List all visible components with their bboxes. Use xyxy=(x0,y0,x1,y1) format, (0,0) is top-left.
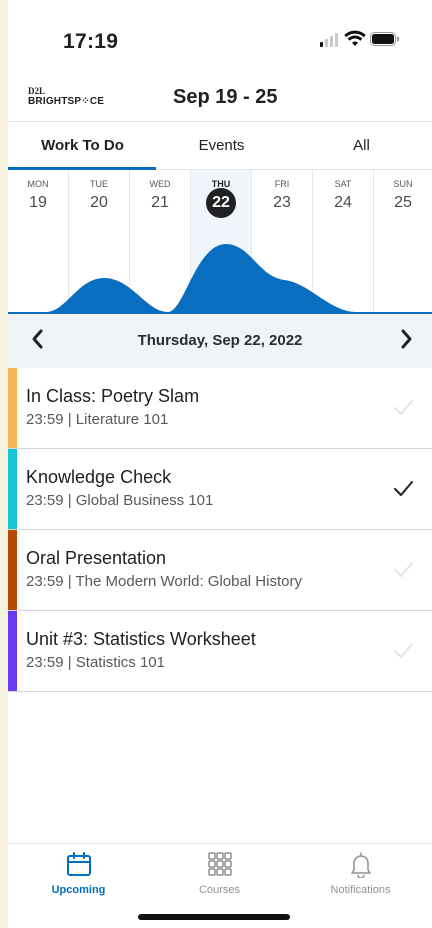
checkmark-icon[interactable] xyxy=(392,477,414,499)
tab-all[interactable]: All xyxy=(291,122,432,170)
chevron-right-icon xyxy=(401,329,412,349)
status-bar: 17:19 xyxy=(8,0,432,70)
date-navigator: Thursday, Sep 22, 2022 xyxy=(8,312,432,368)
task-subtitle: 23:59 | Literature 101 xyxy=(26,411,169,428)
nav-courses[interactable]: Courses xyxy=(149,844,290,904)
bottom-navigation: Upcoming Courses Notifications xyxy=(8,843,432,903)
course-color-bar xyxy=(8,368,17,448)
selected-date-label: Thursday, Sep 22, 2022 xyxy=(137,332,303,349)
list-item[interactable]: In Class: Poetry Slam 23:59 | Literature… xyxy=(8,368,432,449)
task-subtitle: 23:59 | Statistics 101 xyxy=(26,654,165,671)
list-item[interactable]: Knowledge Check 23:59 | Global Business … xyxy=(8,449,432,530)
tab-work-to-do[interactable]: Work To Do xyxy=(12,122,153,170)
grid-icon xyxy=(208,852,232,876)
logo-d2l: D2L xyxy=(28,86,46,96)
task-title: Oral Presentation xyxy=(26,548,167,568)
list-item[interactable]: Oral Presentation 23:59 | The Modern Wor… xyxy=(8,530,432,611)
course-color-bar xyxy=(8,449,17,529)
nav-label: Courses xyxy=(199,884,240,896)
day-name: WED xyxy=(149,179,171,189)
task-subtitle: 23:59 | The Modern World: Global History xyxy=(26,573,302,590)
task-title: Knowledge Check xyxy=(26,467,172,487)
checkmark-icon[interactable] xyxy=(392,558,414,580)
day-sun[interactable]: SUN 25 xyxy=(374,170,432,312)
day-number: 21 xyxy=(151,194,169,211)
day-name: TUE xyxy=(90,179,108,189)
task-title: In Class: Poetry Slam xyxy=(26,386,200,406)
course-color-bar xyxy=(8,611,17,691)
day-name: FRI xyxy=(274,179,290,189)
course-color-bar xyxy=(8,530,17,610)
day-number: 25 xyxy=(394,194,412,211)
cellular-signal-icon xyxy=(320,33,338,47)
nav-label: Upcoming xyxy=(51,884,106,896)
list-item[interactable]: Unit #3: Statistics Worksheet 23:59 | St… xyxy=(8,611,432,692)
week-range-title: Sep 19 - 25 xyxy=(173,86,278,108)
next-day-button[interactable] xyxy=(392,328,422,357)
day-number: 20 xyxy=(90,194,108,211)
home-indicator[interactable] xyxy=(138,914,290,920)
day-sat[interactable]: SAT 24 xyxy=(313,170,374,312)
app-screen: 17:19 D2L BRIGHTSP⁘CE Sep 19 - 25 Work T… xyxy=(8,0,432,928)
day-number: 19 xyxy=(29,194,47,211)
day-number: 23 xyxy=(273,194,291,211)
day-number-selected: 22 xyxy=(191,188,251,218)
calendar-icon xyxy=(67,852,91,876)
tab-events[interactable]: Events xyxy=(151,122,292,170)
app-header: D2L BRIGHTSP⁘CE Sep 19 - 25 xyxy=(8,78,432,122)
brightspace-logo: D2L BRIGHTSP⁘CE xyxy=(28,86,105,108)
day-name: SUN xyxy=(393,179,413,189)
day-wed[interactable]: WED 21 xyxy=(130,170,191,312)
day-name: MON xyxy=(27,179,49,189)
day-tue[interactable]: TUE 20 xyxy=(69,170,130,312)
checkmark-icon[interactable] xyxy=(392,639,414,661)
checkmark-icon[interactable] xyxy=(392,396,414,418)
battery-icon xyxy=(370,32,399,46)
task-list: In Class: Poetry Slam 23:59 | Literature… xyxy=(8,368,432,692)
day-number: 24 xyxy=(334,194,352,211)
day-thu[interactable]: THU 22 xyxy=(191,170,252,312)
selected-day-circle: 22 xyxy=(206,188,236,218)
day-name: SAT xyxy=(334,179,352,189)
status-time: 17:19 xyxy=(63,30,119,53)
wifi-icon xyxy=(344,30,366,46)
bell-icon xyxy=(351,852,371,878)
day-mon[interactable]: MON 19 xyxy=(8,170,69,312)
week-strip: MON 19 TUE 20 WED 21 THU 22 FRI 23 SAT 2… xyxy=(8,170,432,312)
task-subtitle: 23:59 | Global Business 101 xyxy=(26,492,214,509)
day-fri[interactable]: FRI 23 xyxy=(252,170,313,312)
nav-notifications[interactable]: Notifications xyxy=(290,844,431,904)
nav-upcoming[interactable]: Upcoming xyxy=(8,844,149,904)
logo-brightspace: BRIGHTSP⁘CE xyxy=(28,96,105,107)
nav-label: Notifications xyxy=(330,884,391,896)
task-title: Unit #3: Statistics Worksheet xyxy=(26,629,256,649)
filter-tabs: Work To Do Events All xyxy=(8,122,432,170)
